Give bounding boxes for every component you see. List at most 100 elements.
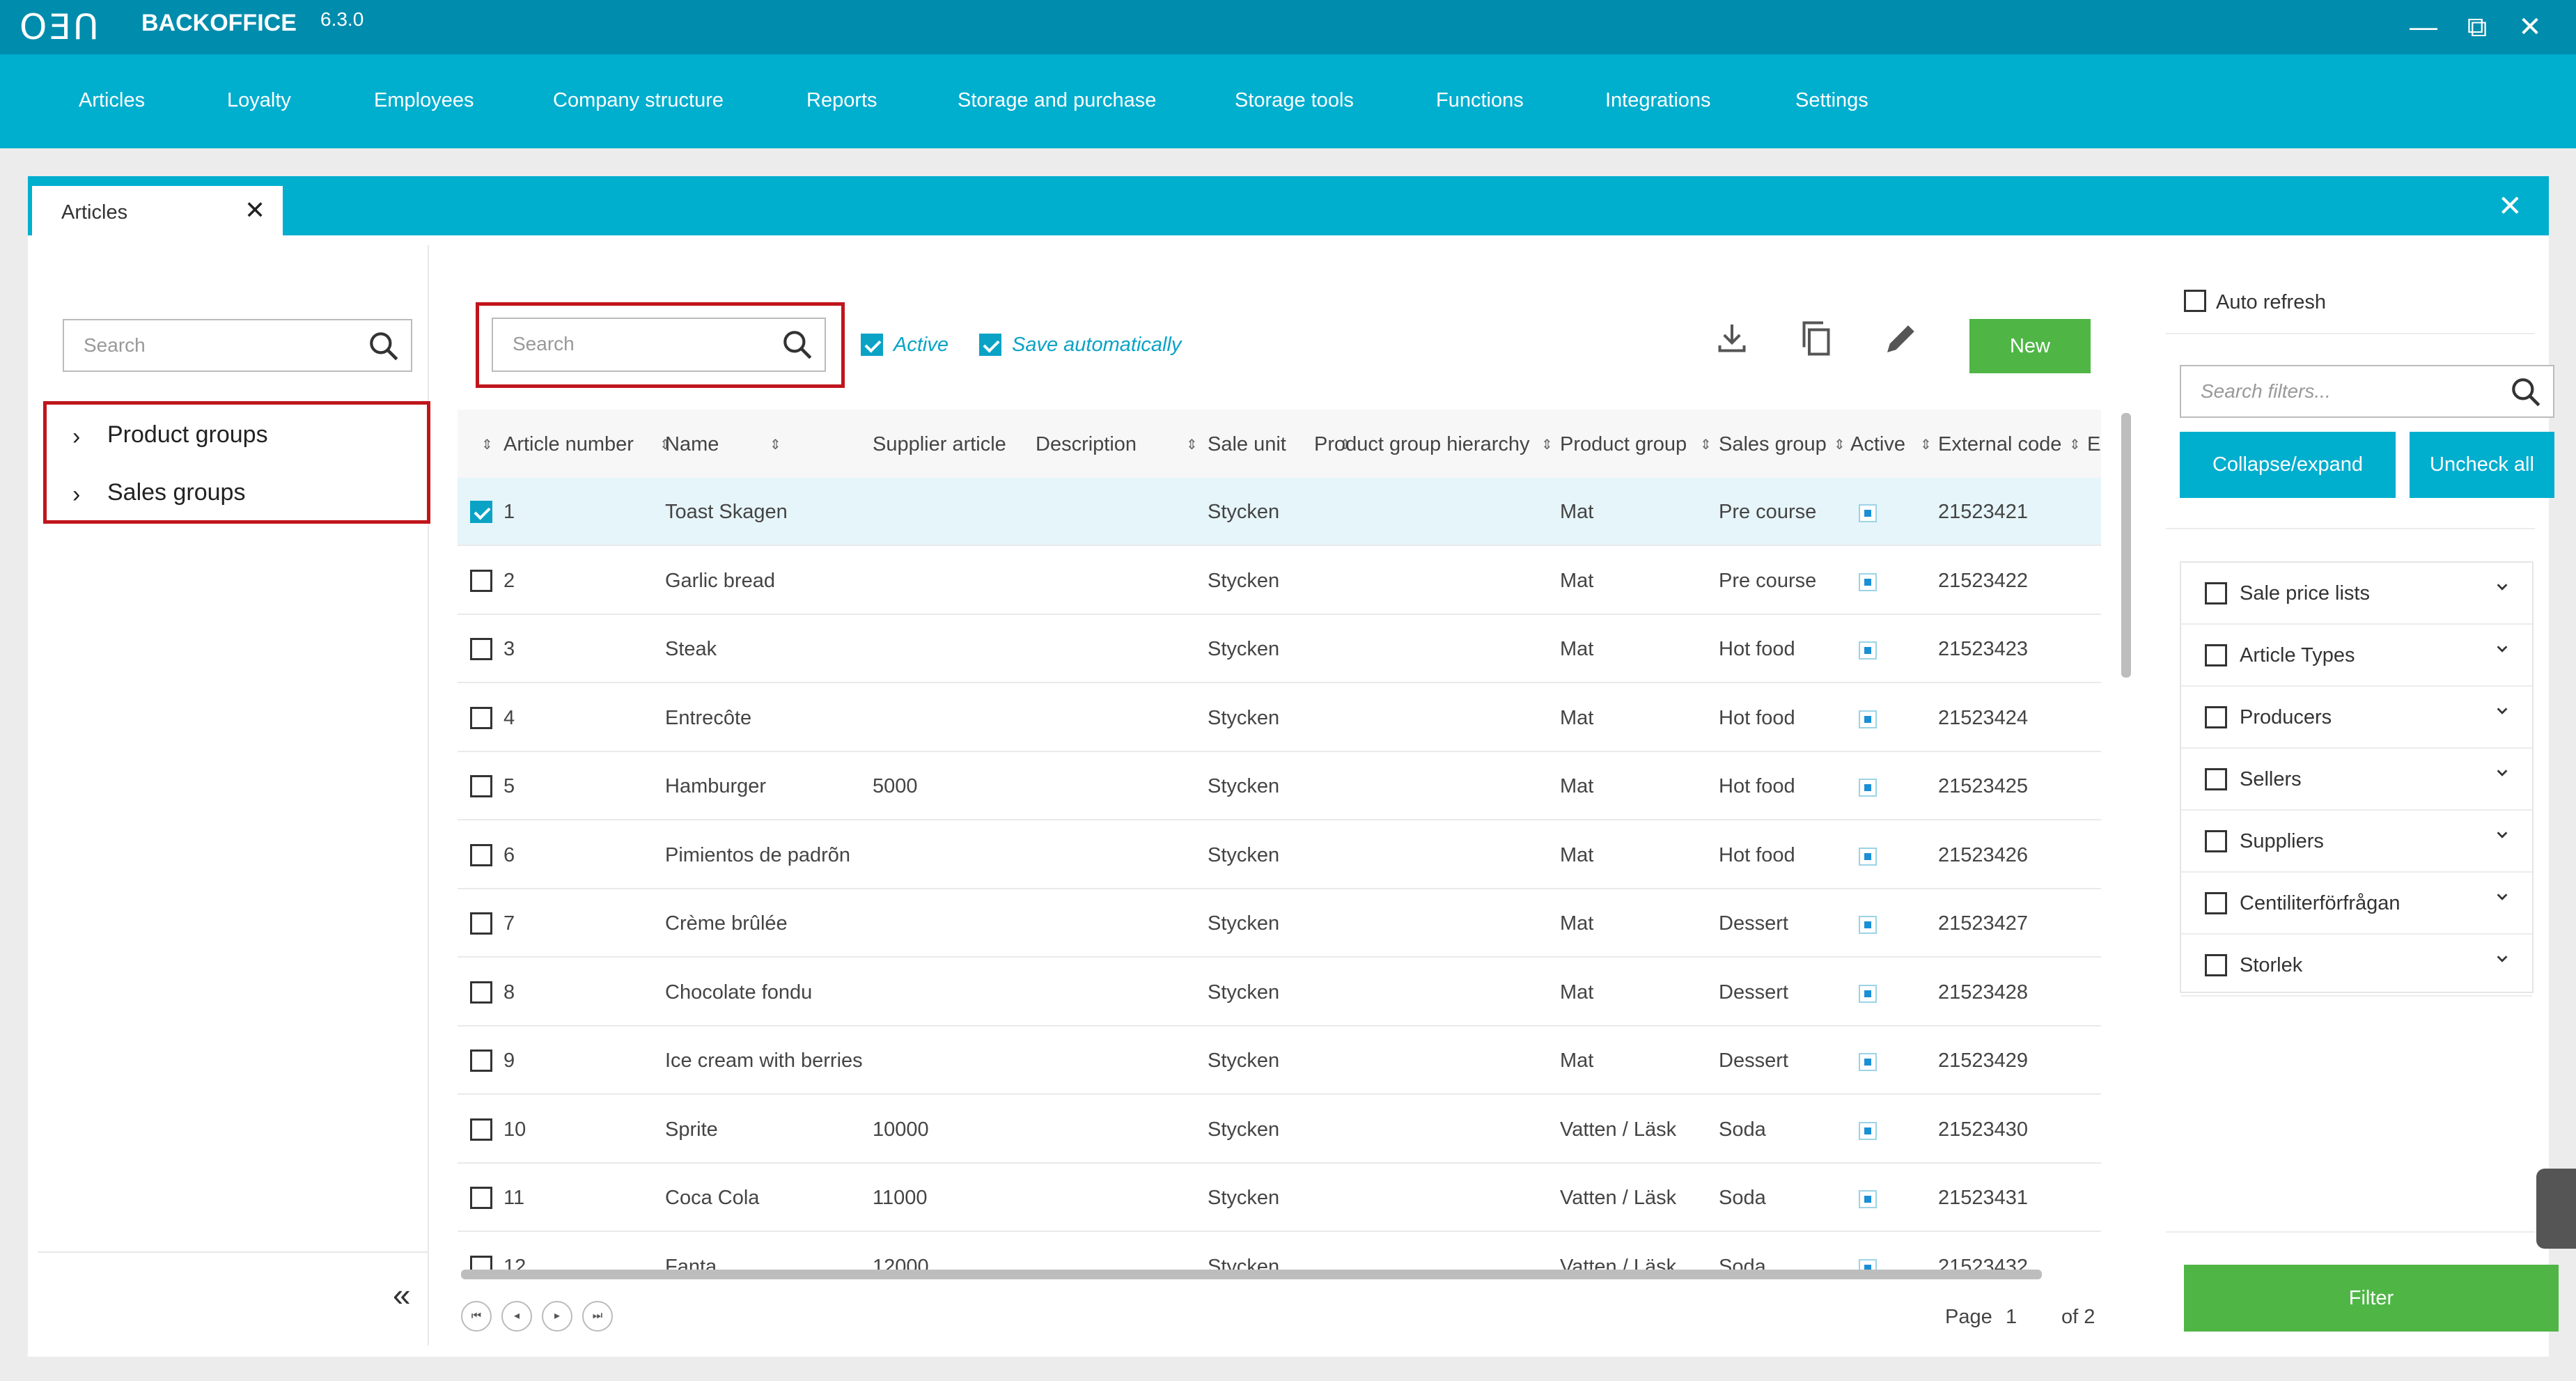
nav-storage-tools[interactable]: Storage tools: [1235, 89, 1354, 112]
previous-page-button[interactable]: ◂: [501, 1301, 532, 1332]
nav-loyalty[interactable]: Loyalty: [227, 89, 291, 112]
nav-integrations[interactable]: Integrations: [1605, 89, 1711, 112]
filter-checkbox[interactable]: [2205, 954, 2227, 976]
nav-company-structure[interactable]: Company structure: [553, 89, 724, 112]
chevron-right-icon[interactable]: ›: [72, 481, 80, 508]
save-automatically-checkbox[interactable]: [979, 334, 1001, 356]
filter-item[interactable]: Producers: [2181, 687, 2532, 749]
row-checkbox[interactable]: [470, 912, 492, 935]
sort-icon[interactable]: ⇕: [1186, 436, 1198, 453]
tab-articles[interactable]: Articles ✕: [32, 186, 283, 235]
horizontal-scrollbar[interactable]: [461, 1270, 2042, 1279]
tree-search-input[interactable]: Search: [63, 319, 412, 372]
table-row[interactable]: 3 Steak Stycken Mat Hot food 21523423: [458, 615, 2101, 683]
header-description[interactable]: Description: [1036, 433, 1137, 456]
filter-item[interactable]: Sale price lists: [2181, 563, 2532, 625]
first-page-button[interactable]: ⏮: [461, 1301, 492, 1332]
header-sale-unit[interactable]: Sale unit: [1208, 433, 1286, 456]
filter-checkbox[interactable]: [2205, 644, 2227, 666]
collapse-expand-button[interactable]: Collapse/expand: [2180, 432, 2396, 498]
article-search-input[interactable]: Search: [492, 318, 826, 372]
sort-icon[interactable]: ⇕: [1834, 436, 1845, 453]
nav-reports[interactable]: Reports: [806, 89, 877, 112]
row-checkbox[interactable]: [470, 981, 492, 1004]
filter-checkbox[interactable]: [2205, 706, 2227, 728]
minimize-button[interactable]: —: [2406, 10, 2441, 45]
close-tab-icon[interactable]: ✕: [244, 196, 265, 225]
sort-icon[interactable]: ⇕: [2069, 436, 2081, 453]
table-row[interactable]: 2 Garlic bread Stycken Mat Pre course 2152342…: [458, 547, 2101, 615]
filter-checkbox[interactable]: [2205, 768, 2227, 790]
last-page-button[interactable]: ⏭: [582, 1301, 613, 1332]
filter-checkbox[interactable]: [2205, 892, 2227, 914]
copy-icon[interactable]: [1795, 318, 1837, 359]
header-product-group-hierarchy[interactable]: Product group hierarchy: [1314, 433, 1530, 456]
filter-item[interactable]: Sellers: [2181, 749, 2532, 811]
chevron-down-icon[interactable]: [2495, 579, 2508, 593]
row-checkbox[interactable]: [470, 501, 492, 523]
filter-item[interactable]: Storlek: [2181, 935, 2532, 997]
table-row[interactable]: 5 Hamburger 5000 Stycken Mat Hot food 21523425: [458, 752, 2101, 820]
filter-search-input[interactable]: Search filters...: [2180, 365, 2554, 418]
sort-icon[interactable]: ⇕: [481, 436, 493, 453]
table-row[interactable]: 10 Sprite 10000 Stycken Vatten / Läsk Soda 215…: [458, 1095, 2101, 1164]
current-page[interactable]: 1: [2006, 1306, 2017, 1329]
chevron-right-icon[interactable]: ›: [72, 423, 80, 451]
row-checkbox[interactable]: [470, 775, 492, 797]
sort-icon[interactable]: ⇕: [1700, 436, 1712, 453]
table-row[interactable]: 9 Ice cream with berries Stycken Mat Dessert…: [458, 1027, 2101, 1095]
nav-employees[interactable]: Employees: [374, 89, 474, 112]
row-checkbox[interactable]: [470, 1118, 492, 1141]
header-supplier-article[interactable]: Supplier article: [873, 433, 1006, 456]
row-checkbox[interactable]: [470, 1187, 492, 1209]
filter-item[interactable]: Article Types: [2181, 625, 2532, 687]
header-ean[interactable]: EAN: [2087, 433, 2101, 456]
tree-item-product-groups[interactable]: Product groups: [107, 421, 268, 448]
active-checkbox[interactable]: [861, 334, 883, 356]
nav-articles[interactable]: Articles: [79, 89, 145, 112]
chevron-down-icon[interactable]: [2495, 827, 2508, 841]
chevron-down-icon[interactable]: [2495, 641, 2508, 655]
close-all-tabs-icon[interactable]: ✕: [2498, 189, 2522, 223]
nav-storage-and-purchase[interactable]: Storage and purchase: [958, 89, 1156, 112]
vertical-scrollbar[interactable]: [2121, 413, 2131, 678]
close-window-button[interactable]: ✕: [2513, 10, 2547, 45]
header-external-code[interactable]: External code: [1938, 433, 2061, 456]
nav-functions[interactable]: Functions: [1436, 89, 1524, 112]
row-checkbox[interactable]: [470, 843, 492, 866]
filter-checkbox[interactable]: [2205, 582, 2227, 604]
table-row[interactable]: 8 Chocolate fondu Stycken Mat Dessert 2152342…: [458, 958, 2101, 1027]
table-row[interactable]: 4 Entrecôte Stycken Mat Hot food 21523424: [458, 684, 2101, 752]
chevron-down-icon[interactable]: [2495, 889, 2508, 903]
row-checkbox[interactable]: [470, 1050, 492, 1072]
header-active[interactable]: Active: [1850, 433, 1905, 456]
download-icon[interactable]: [1711, 318, 1753, 359]
edit-icon[interactable]: [1880, 318, 1922, 359]
table-row[interactable]: 7 Crème brûlée Stycken Mat Dessert 21523427: [458, 889, 2101, 958]
filter-item[interactable]: Suppliers: [2181, 811, 2532, 873]
chevron-down-icon[interactable]: [2495, 951, 2508, 965]
sort-icon[interactable]: ⇕: [1920, 436, 1932, 453]
auto-refresh-checkbox[interactable]: [2184, 290, 2206, 312]
chevron-down-icon[interactable]: [2495, 703, 2508, 717]
table-row[interactable]: 11 Coca Cola 11000 Stycken Vatten / Läsk Soda…: [458, 1164, 2101, 1232]
header-name[interactable]: Name: [665, 433, 719, 456]
nav-settings[interactable]: Settings: [1795, 89, 1868, 112]
side-help-tab[interactable]: [2536, 1169, 2576, 1249]
tree-item-sales-groups[interactable]: Sales groups: [107, 479, 245, 506]
header-article-number[interactable]: Article number: [504, 433, 634, 456]
new-article-button[interactable]: New: [1969, 319, 2091, 373]
next-page-button[interactable]: ▸: [542, 1301, 572, 1332]
sort-icon[interactable]: ⇕: [770, 436, 781, 453]
header-sales-group[interactable]: Sales group: [1719, 433, 1827, 456]
row-checkbox[interactable]: [470, 569, 492, 592]
filter-checkbox[interactable]: [2205, 830, 2227, 852]
sort-icon[interactable]: ⇕: [1541, 436, 1553, 453]
restore-button[interactable]: ⧉: [2460, 10, 2495, 45]
collapse-panel-button[interactable]: «: [393, 1276, 411, 1313]
table-row[interactable]: 1 Toast Skagen Stycken Mat Pre course 2152342…: [458, 478, 2101, 546]
row-checkbox[interactable]: [470, 638, 492, 660]
header-product-group[interactable]: Product group: [1560, 433, 1687, 456]
row-checkbox[interactable]: [470, 706, 492, 729]
table-row[interactable]: 6 Pimientos de padrõn Stycken Mat Hot food 21…: [458, 821, 2101, 889]
